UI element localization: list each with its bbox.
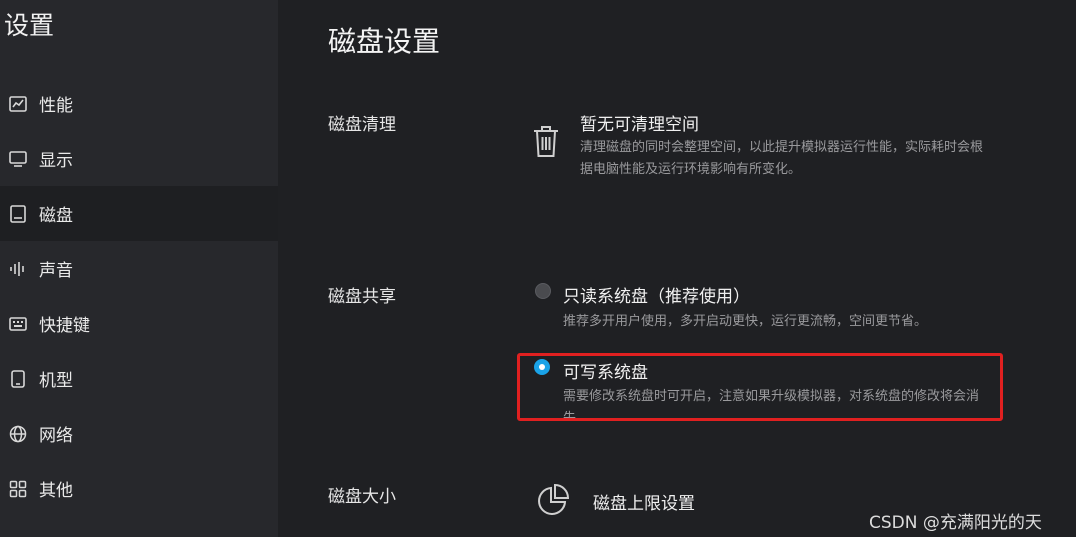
performance-chart-icon <box>9 95 27 113</box>
cleanup-desc-line: 据电脑性能及运行环境影响有所变化。 <box>580 162 802 177</box>
disk-limit-setting-link[interactable]: 磁盘上限设置 <box>593 489 695 514</box>
cleanup-section-label: 磁盘清理 <box>328 115 396 135</box>
cleanup-description: 清理磁盘的同时会整理空间，以此提升模拟器运行性能，实际耗时会根 据电脑性能及运行… <box>580 137 1060 181</box>
sidebar-item-shortcuts[interactable]: 快捷键 <box>0 296 278 351</box>
keyboard-icon <box>9 315 27 333</box>
disk-icon <box>9 204 27 223</box>
sidebar-item-performance[interactable]: 性能 <box>0 76 278 131</box>
readonly-radio[interactable] <box>535 283 551 299</box>
sidebar-item-label: 性能 <box>39 96 73 116</box>
sidebar-item-model[interactable]: 机型 <box>0 351 278 406</box>
phone-icon <box>9 369 27 388</box>
main-panel: 磁盘设置 磁盘清理 暂无可清理空间 清理磁盘的同时会整理空间，以此提升模拟器运行… <box>278 0 1076 537</box>
monitor-icon <box>9 150 27 168</box>
trash-icon[interactable] <box>531 124 561 162</box>
sidebar-item-network[interactable]: 网络 <box>0 406 278 461</box>
sidebar-item-label: 网络 <box>39 426 73 446</box>
sidebar: 设置 性能 显示 磁盘 声音 快捷键 机型 网络 其他 <box>0 0 278 537</box>
readonly-option-title[interactable]: 只读系统盘（推荐使用） <box>563 282 750 307</box>
highlight-annotation-box <box>517 353 1003 421</box>
sidebar-item-sound[interactable]: 声音 <box>0 241 278 296</box>
size-section-label: 磁盘大小 <box>328 487 396 507</box>
cleanup-desc-line: 清理磁盘的同时会整理空间，以此提升模拟器运行性能，实际耗时会根 <box>580 140 984 155</box>
sidebar-item-disk[interactable]: 磁盘 <box>0 186 278 241</box>
watermark: CSDN @充满阳光的天 <box>869 513 1042 533</box>
sidebar-item-label: 其他 <box>39 481 73 501</box>
pie-chart-icon <box>536 483 570 521</box>
sidebar-item-label: 磁盘 <box>39 206 73 226</box>
sidebar-item-label: 声音 <box>39 261 73 281</box>
sound-wave-icon <box>9 260 27 278</box>
sidebar-item-display[interactable]: 显示 <box>0 131 278 186</box>
sidebar-item-label: 机型 <box>39 371 73 391</box>
sidebar-item-label: 快捷键 <box>39 316 90 336</box>
sidebar-item-label: 显示 <box>39 151 73 171</box>
globe-icon <box>9 425 27 443</box>
share-section-label: 磁盘共享 <box>328 287 396 307</box>
sidebar-title: 设置 <box>4 11 55 40</box>
cleanup-status: 暂无可清理空间 <box>580 115 699 135</box>
readonly-option-desc: 推荐多开用户使用，多开启动更快，运行更流畅，空间更节省。 <box>563 314 928 329</box>
grid-icon <box>9 480 27 498</box>
page-title: 磁盘设置 <box>328 25 441 58</box>
sidebar-item-other[interactable]: 其他 <box>0 461 278 516</box>
